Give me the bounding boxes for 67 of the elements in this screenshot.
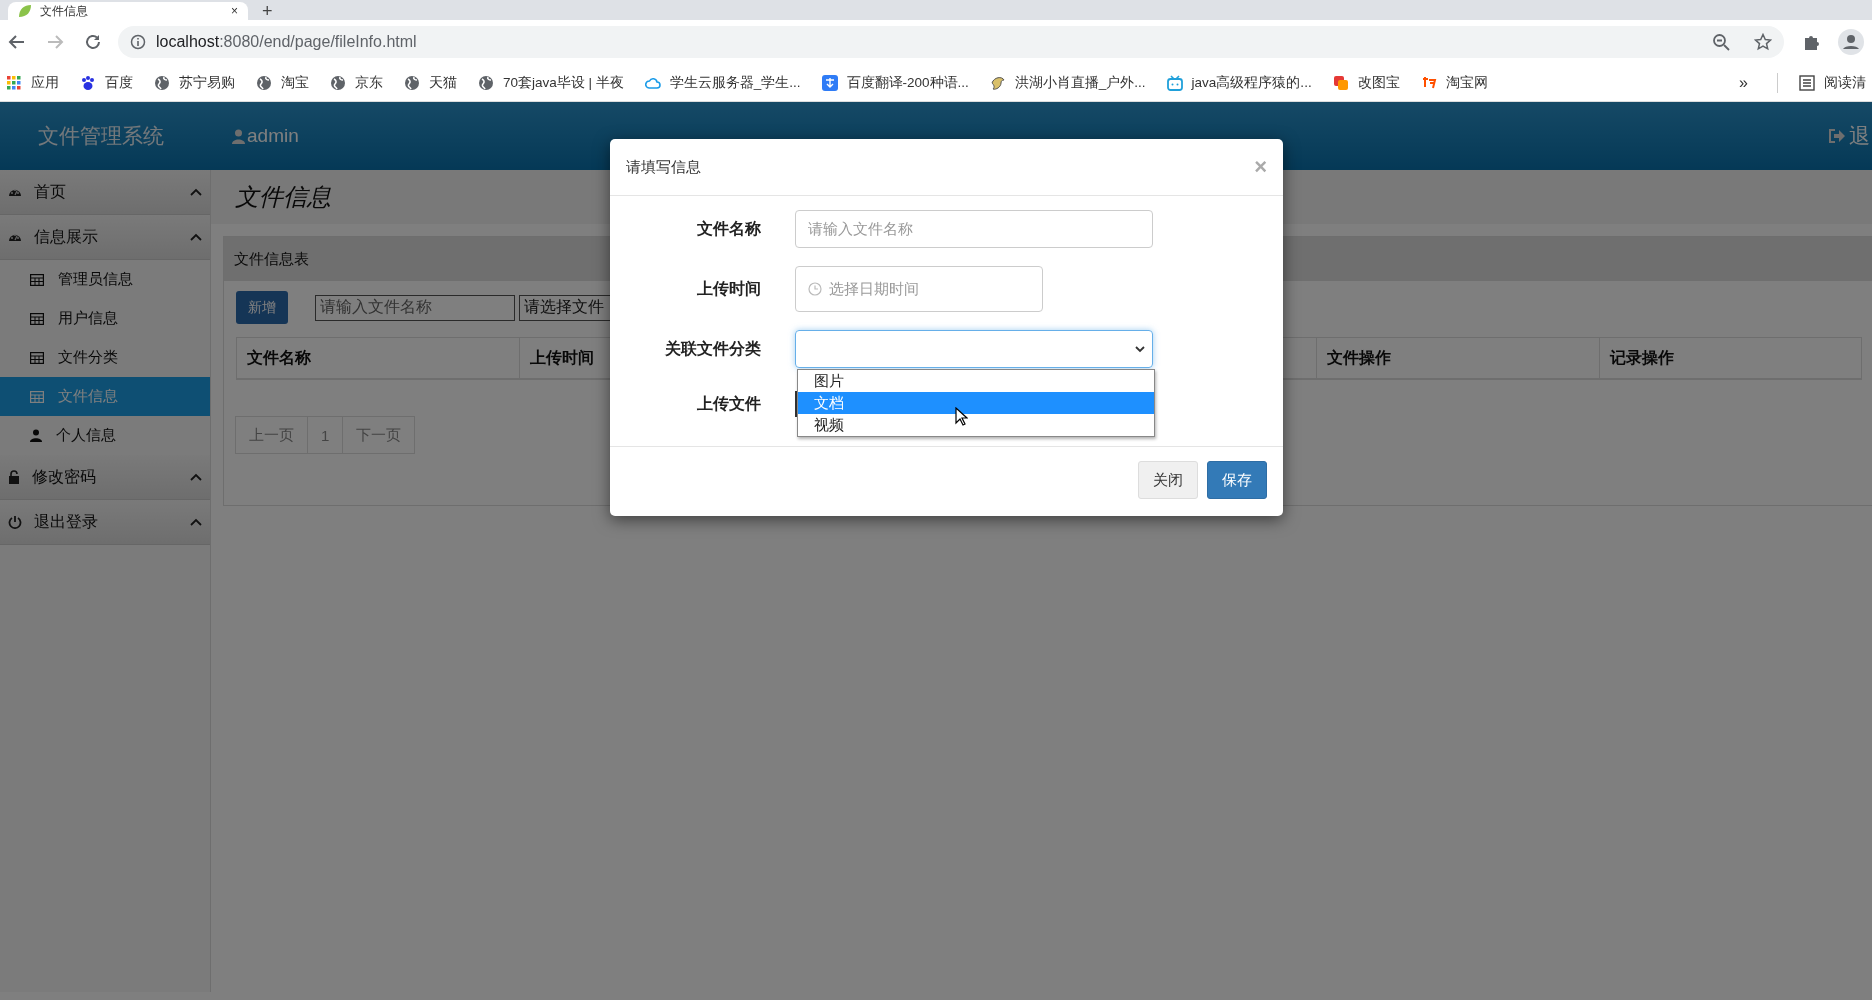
back-icon[interactable] xyxy=(8,33,26,51)
paw-icon xyxy=(80,74,96,91)
bookmark[interactable]: 淘宝 xyxy=(281,73,309,92)
bookmark[interactable]: 苏宁易购 xyxy=(179,73,235,92)
reading-list-label[interactable]: 阅读清 xyxy=(1824,73,1866,92)
bookmark[interactable]: 70套java毕设 | 半夜 xyxy=(503,73,624,92)
field-label: 上传时间 xyxy=(696,278,762,299)
address-bar[interactable]: localhost:8080/end/page/fileInfo.html xyxy=(118,26,1784,58)
bookmark[interactable]: 天猫 xyxy=(429,73,457,92)
globe-icon xyxy=(404,74,420,91)
bookmark[interactable]: 百度翻译-200种语... xyxy=(846,73,969,92)
sidebar-group-label: 信息展示 xyxy=(34,226,98,247)
globe-icon xyxy=(478,74,494,91)
save-button[interactable]: 保存 xyxy=(1207,461,1267,499)
tab-close-button[interactable]: × xyxy=(231,4,238,18)
power-icon xyxy=(8,515,22,529)
sidebar-item[interactable]: 文件分类 xyxy=(0,338,210,377)
table-icon xyxy=(30,312,44,325)
leaf-icon xyxy=(18,4,32,18)
field-label: 上传文件 xyxy=(696,393,762,414)
bookmark[interactable]: java高级程序猿的... xyxy=(1191,73,1312,92)
reload-icon[interactable] xyxy=(84,33,102,51)
sidebar-item[interactable]: 管理员信息 xyxy=(0,260,210,299)
zoom-out-icon[interactable] xyxy=(1712,33,1730,51)
new-tab-button[interactable]: + xyxy=(262,2,273,20)
table-icon xyxy=(30,390,44,403)
user-icon xyxy=(30,429,42,442)
tab-title[interactable]: 文件信息 xyxy=(40,2,223,20)
table-icon xyxy=(30,273,44,286)
globe-icon xyxy=(256,74,272,91)
globe-icon xyxy=(154,74,170,91)
dropdown-option[interactable]: 视频 xyxy=(798,414,1154,436)
sidebar-item[interactable]: 用户信息 xyxy=(0,299,210,338)
sidebar-group-label: 修改密码 xyxy=(32,466,96,487)
clock-icon xyxy=(808,282,822,296)
apps-icon xyxy=(6,74,22,91)
bookmark[interactable]: 京东 xyxy=(355,73,383,92)
tv-icon xyxy=(1166,74,1183,91)
chevron-down-icon xyxy=(1134,345,1146,353)
bookmark[interactable]: 洪湖小肖直播_户外... xyxy=(1014,73,1146,92)
more-bookmarks-button[interactable]: » xyxy=(1739,73,1748,92)
globe-icon xyxy=(330,74,346,91)
user-icon xyxy=(232,128,245,144)
sidebar-group-label: 退出登录 xyxy=(34,511,98,532)
bookmark[interactable]: 学生云服务器_学生... xyxy=(669,73,801,92)
bookmark[interactable]: 淘宝网 xyxy=(1445,73,1488,92)
info-icon[interactable] xyxy=(130,34,146,50)
field-label: 关联文件分类 xyxy=(664,338,762,359)
reading-list-icon[interactable] xyxy=(1799,74,1815,91)
squares-icon xyxy=(1332,74,1349,91)
bookmark[interactable]: 改图宝 xyxy=(1357,73,1400,92)
translate-icon xyxy=(821,74,838,91)
sidebar-item[interactable]: 个人信息 xyxy=(0,416,210,455)
pointer-cursor-icon xyxy=(955,407,968,426)
padlock-icon xyxy=(8,470,20,484)
profile-icon[interactable] xyxy=(1838,29,1864,55)
app-brand: 文件管理系统 xyxy=(37,123,165,149)
column-header: 文件名称 xyxy=(236,337,520,379)
table-icon xyxy=(30,351,44,364)
star-icon[interactable] xyxy=(1754,33,1772,51)
bookmark[interactable]: 应用 xyxy=(31,73,59,92)
bookmark[interactable]: 百度 xyxy=(105,73,133,92)
user-name: admin xyxy=(247,125,299,147)
column-header: 记录操作 xyxy=(1599,337,1862,379)
column-header: 文件操作 xyxy=(1316,337,1600,379)
sidebar-group-label: 首页 xyxy=(34,181,66,202)
close-dialog-button[interactable]: 关闭 xyxy=(1138,461,1198,499)
